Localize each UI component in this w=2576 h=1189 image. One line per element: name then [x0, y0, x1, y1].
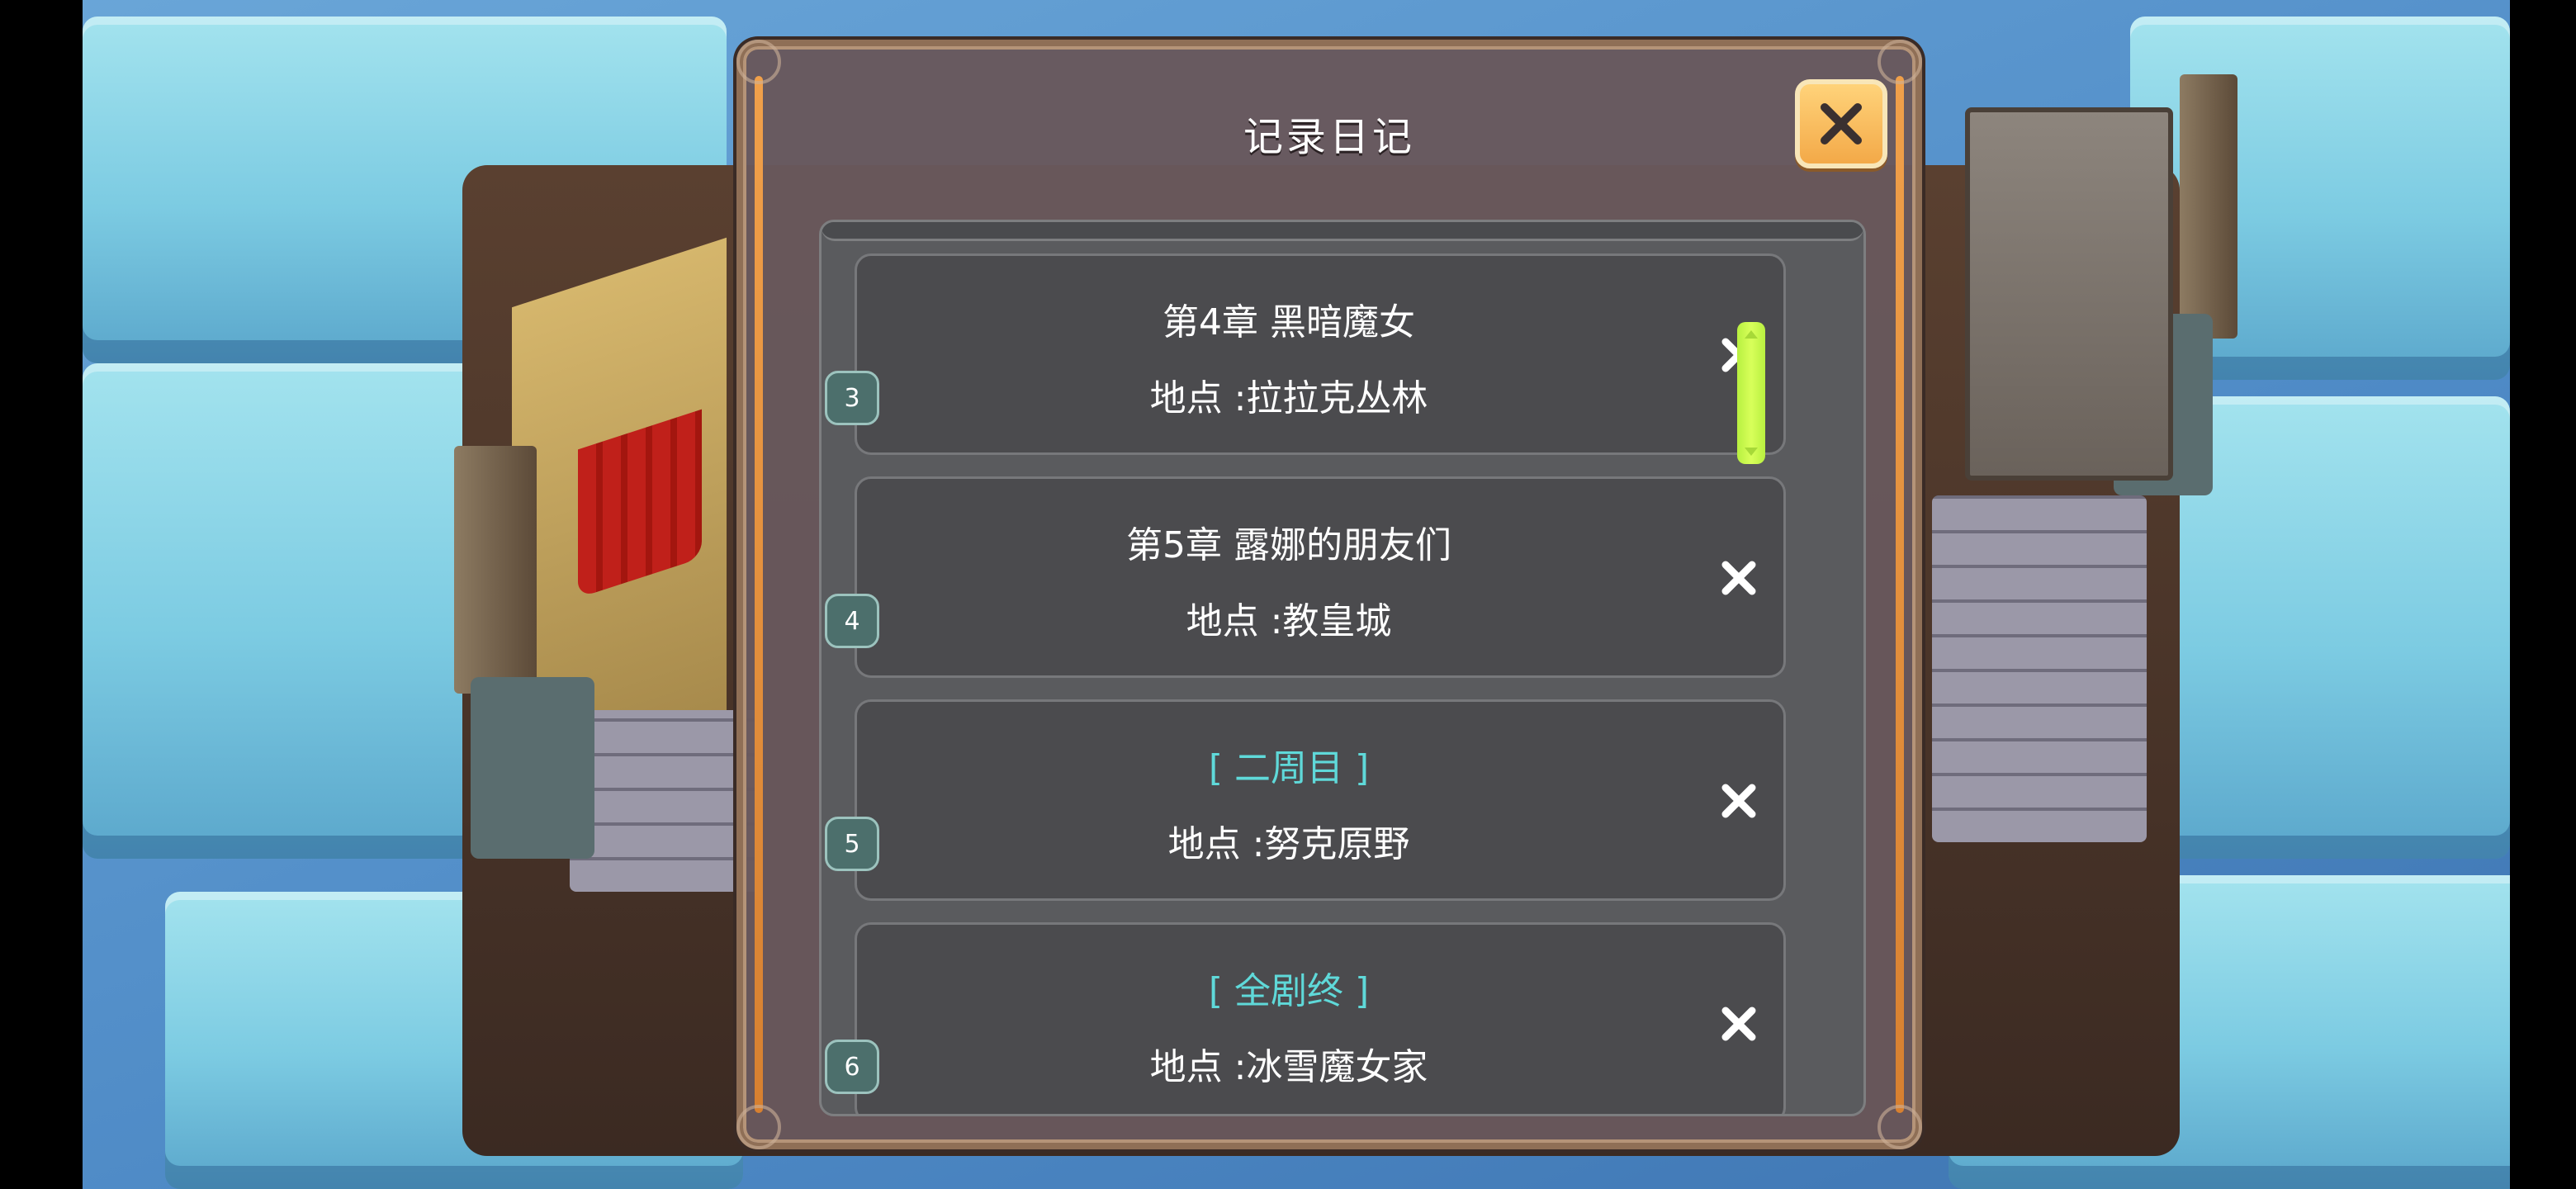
diary-list[interactable]: 第4章 黑暗魔女 地点 :拉拉克丛林 第5章 露娜的朋友们 地点 :教皇城 [ …	[819, 220, 1866, 1116]
diary-entry[interactable]: 第5章 露娜的朋友们 地点 :教皇城	[855, 476, 1786, 678]
wood-pillar	[454, 446, 537, 694]
wardrobe	[1965, 107, 2173, 481]
diary-dialog: 记录日记 第4章 黑暗魔女 地点 :拉拉克丛林 第5章 露娜的朋友们 地点 :教…	[736, 40, 1922, 1149]
stone-wall	[570, 710, 760, 892]
entry-title: [ 二周目 ]	[1208, 747, 1370, 789]
list-item-partial	[822, 222, 1863, 241]
corner-ornament	[736, 40, 781, 84]
close-button[interactable]	[1795, 79, 1887, 168]
dialog-border-accent	[1896, 76, 1904, 1113]
corner-ornament	[1878, 1105, 1922, 1149]
pillar-base	[471, 677, 594, 859]
entry-location: 地点 :拉拉克丛林	[1149, 377, 1428, 419]
diary-entry[interactable]: [ 二周目 ] 地点 :努克原野	[855, 699, 1786, 901]
scrollbar-track[interactable]	[1735, 126, 1767, 926]
wood-pillar	[2180, 74, 2237, 339]
screen-edge	[2510, 0, 2576, 1189]
entry-title: 第4章 黑暗魔女	[1163, 301, 1415, 343]
stone-wall	[1932, 495, 2147, 842]
entry-location: 地点 :教皇城	[1186, 600, 1392, 642]
close-icon	[1821, 103, 1862, 144]
corner-ornament	[736, 1105, 781, 1149]
entry-location: 地点 :努克原野	[1167, 823, 1410, 865]
entry-number-badge: 3	[825, 371, 879, 425]
dialog-border-accent	[755, 76, 763, 1113]
diary-entry[interactable]: 第4章 黑暗魔女 地点 :拉拉克丛林	[855, 253, 1786, 455]
corner-ornament	[1878, 40, 1922, 84]
entry-number-badge: 5	[825, 817, 879, 871]
screen-edge	[0, 0, 83, 1189]
scrollbar-thumb[interactable]	[1737, 322, 1765, 464]
diary-entry[interactable]: [ 全剧终 ] 地点 :冰雪魔女家	[855, 922, 1786, 1114]
delete-x-icon[interactable]	[1716, 1001, 1762, 1047]
entry-number-badge: 6	[825, 1040, 879, 1094]
entry-title: [ 全剧终 ]	[1208, 970, 1370, 1012]
entry-location: 地点 :冰雪魔女家	[1149, 1046, 1428, 1088]
entry-number-badge: 4	[825, 594, 879, 648]
entry-title: 第5章 露娜的朋友们	[1126, 524, 1451, 566]
